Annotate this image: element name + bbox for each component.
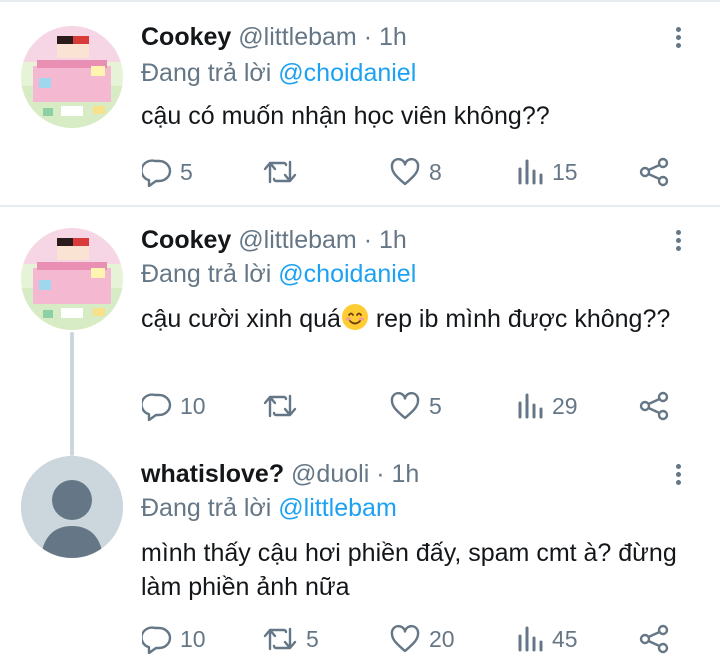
views-button[interactable]: 29 [516,386,578,426]
display-name[interactable]: whatislove? [141,460,284,488]
reply-mention-link[interactable]: @littlebam [278,494,396,522]
tweet-header: Cookey @littlebam · 1h [141,223,407,257]
reply-count: 5 [180,158,193,185]
like-button[interactable]: 20 [389,619,455,659]
views-count: 29 [552,392,578,419]
reply-prefix: Đang trả lời [141,59,272,87]
views-button[interactable]: 15 [516,152,578,192]
retweet-icon [263,394,297,418]
reply-prefix: Đang trả lời [141,494,272,522]
retweet-count: 5 [306,625,319,652]
pixel-art-avatar [21,228,123,330]
reply-count: 10 [180,625,206,652]
avatar[interactable] [21,26,123,128]
like-count: 20 [429,625,455,652]
views-button[interactable]: 45 [516,619,578,659]
smiling-face-emoji [341,304,368,330]
tweet-text: mình thấy cậu hơi phiền đấy, spam cmt à?… [141,539,677,601]
tweet-divider [0,205,720,207]
handle[interactable]: @littlebam [238,226,356,254]
display-name[interactable]: Cookey [141,226,231,254]
display-name[interactable]: Cookey [141,23,231,51]
tweet-header: whatislove? @duoli · 1h [141,457,419,491]
timestamp[interactable]: · 1h [364,226,407,254]
top-divider [0,0,720,2]
reply-button[interactable]: 10 [142,386,206,426]
reply-icon [142,159,172,187]
retweet-icon [263,627,297,651]
avatar[interactable] [21,456,123,558]
views-icon [518,159,543,185]
tweet-actions: 10 5 20 45 [0,619,720,659]
like-icon [390,624,420,653]
reply-context: Đang trả lời @choidaniel [141,56,416,90]
default-profile-avatar [21,456,123,558]
views-count: 15 [552,158,578,185]
share-button[interactable] [638,619,670,659]
reply-button[interactable]: 5 [142,152,193,192]
reply-prefix: Đang trả lời [141,260,272,288]
tweet-header: Cookey @littlebam · 1h [141,20,407,54]
share-icon [639,624,669,654]
timestamp[interactable]: · 1h [364,23,407,51]
reply-icon [142,393,172,421]
views-icon [518,626,543,652]
pixel-art-avatar [21,26,123,128]
views-count: 45 [552,625,578,652]
reply-mention-link[interactable]: @choidaniel [278,59,416,87]
reply-icon [142,626,172,654]
share-icon [639,391,669,421]
share-icon [639,157,669,187]
more-options-icon[interactable] [668,461,688,495]
reply-context: Đang trả lời @choidaniel [141,257,416,291]
tweet-text: cậu cười xinh quá rep ib mình được không… [141,302,681,336]
reply-button[interactable]: 10 [142,619,206,659]
like-count: 8 [429,158,442,185]
tweet-text-part: rep ib mình được không?? [368,305,671,333]
reply-count: 10 [180,392,206,419]
share-button[interactable] [638,152,670,192]
like-button[interactable]: 5 [389,386,442,426]
tweet-text-part: cậu cười xinh quá [141,305,341,333]
timestamp[interactable]: · 1h [376,460,419,488]
tweet-text: cậu có muốn nhận học viên không?? [141,102,550,130]
like-button[interactable]: 8 [389,152,442,192]
like-icon [390,391,420,420]
retweet-icon [263,160,297,184]
more-options-icon[interactable] [668,24,688,58]
handle[interactable]: @littlebam [238,23,356,51]
reply-mention-link[interactable]: @choidaniel [278,260,416,288]
handle[interactable]: @duoli [291,460,369,488]
retweet-button[interactable] [262,386,306,426]
more-options-icon[interactable] [668,227,688,261]
tweet-actions: 5 8 15 [0,152,720,192]
reply-context: Đang trả lời @littlebam [141,491,397,525]
share-button[interactable] [638,386,670,426]
retweet-button[interactable] [262,152,306,192]
like-count: 5 [429,392,442,419]
tweet-actions: 10 5 29 [0,386,720,426]
avatar[interactable] [21,228,123,330]
views-icon [518,393,543,419]
retweet-button[interactable]: 5 [262,619,319,659]
like-icon [390,157,420,186]
